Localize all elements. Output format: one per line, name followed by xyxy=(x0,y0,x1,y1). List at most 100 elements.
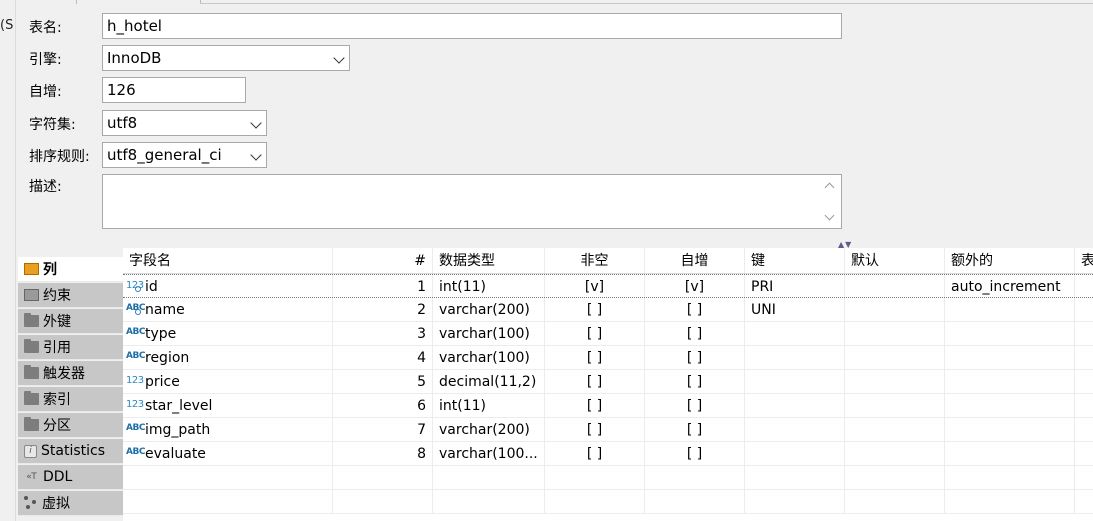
tab-indexes[interactable]: 索引 xyxy=(18,387,123,412)
cell-extra[interactable] xyxy=(945,298,1075,321)
cell-auto-inc[interactable]: [ ] xyxy=(645,442,745,465)
cell-extra[interactable]: auto_increment xyxy=(945,275,1075,297)
cell-name[interactable]: name xyxy=(123,298,333,321)
cell-type[interactable]: varchar(100) xyxy=(433,322,545,345)
tab-ddl[interactable]: «T DDL xyxy=(18,465,123,490)
tab-constraints[interactable]: 约束 xyxy=(18,283,123,308)
scroll-up-icon[interactable] xyxy=(824,182,835,193)
header-field-name[interactable]: 字段名 xyxy=(123,248,333,273)
header-extra[interactable]: 额外的 xyxy=(945,248,1075,273)
cell-auto-inc[interactable]: [ ] xyxy=(645,394,745,417)
charset-select[interactable]: utf8 xyxy=(102,110,267,136)
cell-num[interactable]: 7 xyxy=(333,418,433,441)
tab-virtual[interactable]: 虚拟 xyxy=(18,491,123,516)
cell-not-null[interactable]: [ ] xyxy=(545,394,645,417)
table-row[interactable]: ABC evaluate 8 varchar(100...[ ][ ] xyxy=(123,442,1093,466)
cell-auto-inc[interactable]: [ ] xyxy=(645,298,745,321)
table-row[interactable]: 123 price 5 decimal(11,2)[ ][ ] xyxy=(123,370,1093,394)
cell-num[interactable]: 3 xyxy=(333,322,433,345)
cell-not-null[interactable]: [ ] xyxy=(545,322,645,345)
cell-default[interactable] xyxy=(845,442,945,465)
cell-type[interactable]: int(11) xyxy=(433,275,545,297)
table-row[interactable]: ABC name 2 varchar(200)[ ][ ] UNI xyxy=(123,298,1093,322)
cell-default[interactable] xyxy=(845,394,945,417)
header-data-type[interactable]: 数据类型 xyxy=(433,248,545,273)
cell-name[interactable]: price xyxy=(123,370,333,393)
cell-num[interactable]: 8 xyxy=(333,442,433,465)
cell-type[interactable]: int(11) xyxy=(433,394,545,417)
header-ordinal[interactable]: # xyxy=(333,248,433,273)
cell-table[interactable] xyxy=(1075,418,1093,441)
table-row[interactable]: 123 id 1 int(11) [v] [v] PRI auto_increment xyxy=(123,274,1093,298)
cell-table[interactable] xyxy=(1075,346,1093,369)
cell-name[interactable]: evaluate xyxy=(123,442,333,465)
header-table[interactable]: 表 xyxy=(1075,248,1093,273)
cell-extra[interactable] xyxy=(945,442,1075,465)
tab-triggers[interactable]: 触发器 xyxy=(18,361,123,386)
cell-default[interactable] xyxy=(845,418,945,441)
cell-type[interactable]: varchar(100... xyxy=(433,442,545,465)
header-default[interactable]: 默认 xyxy=(845,248,945,273)
cell-auto-inc[interactable]: [ ] xyxy=(645,322,745,345)
cell-key[interactable] xyxy=(745,442,845,465)
cell-default[interactable] xyxy=(845,346,945,369)
cell-extra[interactable] xyxy=(945,418,1075,441)
auto-increment-input[interactable]: 126 xyxy=(102,77,246,103)
tab-partitions[interactable]: 分区 xyxy=(18,413,123,438)
cell-not-null[interactable]: [ ] xyxy=(545,442,645,465)
cell-num[interactable]: 2 xyxy=(333,298,433,321)
table-row[interactable]: ABC img_path 7 varchar(200)[ ][ ] xyxy=(123,418,1093,442)
cell-name[interactable]: region xyxy=(123,346,333,369)
table-row[interactable]: ABC region 4 varchar(100)[ ][ ] xyxy=(123,346,1093,370)
cell-default[interactable] xyxy=(845,322,945,345)
cell-auto-inc[interactable]: [ ] xyxy=(645,418,745,441)
tab-references[interactable]: 引用 xyxy=(18,335,123,360)
cell-not-null[interactable]: [v] xyxy=(545,275,645,297)
cell-num[interactable]: 4 xyxy=(333,346,433,369)
engine-select[interactable]: InnoDB xyxy=(102,45,350,71)
cell-table[interactable] xyxy=(1075,370,1093,393)
tab-statistics[interactable]: i Statistics xyxy=(18,439,123,464)
cell-key[interactable] xyxy=(745,370,845,393)
cell-default[interactable] xyxy=(845,298,945,321)
comment-textarea[interactable] xyxy=(102,174,842,229)
cell-extra[interactable] xyxy=(945,370,1075,393)
cell-table[interactable] xyxy=(1075,275,1093,297)
cell-key[interactable] xyxy=(745,346,845,369)
cell-num[interactable]: 6 xyxy=(333,394,433,417)
cell-extra[interactable] xyxy=(945,346,1075,369)
cell-num[interactable]: 1 xyxy=(333,275,433,297)
cell-key[interactable]: PRI xyxy=(745,275,845,297)
cell-key[interactable] xyxy=(745,394,845,417)
cell-auto-inc[interactable]: [ ] xyxy=(645,370,745,393)
header-key[interactable]: 键 xyxy=(745,248,845,273)
cell-type[interactable]: varchar(100) xyxy=(433,346,545,369)
cell-table[interactable] xyxy=(1075,322,1093,345)
cell-auto-inc[interactable]: [v] xyxy=(645,275,745,297)
cell-not-null[interactable]: [ ] xyxy=(545,298,645,321)
cell-not-null[interactable]: [ ] xyxy=(545,346,645,369)
tab-foreign-keys[interactable]: 外键 xyxy=(18,309,123,334)
cell-default[interactable] xyxy=(845,370,945,393)
cell-type[interactable]: varchar(200) xyxy=(433,298,545,321)
header-auto-increment[interactable]: 自增 xyxy=(645,248,745,273)
table-row[interactable]: 123 star_level 6 int(11)[ ][ ] xyxy=(123,394,1093,418)
cell-extra[interactable] xyxy=(945,322,1075,345)
cell-auto-inc[interactable]: [ ] xyxy=(645,346,745,369)
cell-not-null[interactable]: [ ] xyxy=(545,418,645,441)
cell-key[interactable]: UNI xyxy=(745,298,845,321)
table-row[interactable]: ABC type 3 varchar(100)[ ][ ] xyxy=(123,322,1093,346)
cell-key[interactable] xyxy=(745,418,845,441)
tab-columns[interactable]: 列 xyxy=(18,257,123,282)
cell-type[interactable]: varchar(200) xyxy=(433,418,545,441)
cell-table[interactable] xyxy=(1075,298,1093,321)
cell-key[interactable] xyxy=(745,322,845,345)
cell-extra[interactable] xyxy=(945,394,1075,417)
cell-table[interactable] xyxy=(1075,394,1093,417)
header-not-null[interactable]: 非空 xyxy=(545,248,645,273)
cell-type[interactable]: decimal(11,2) xyxy=(433,370,545,393)
scroll-down-icon[interactable] xyxy=(824,210,835,221)
cell-not-null[interactable]: [ ] xyxy=(545,370,645,393)
cell-name[interactable]: star_level xyxy=(123,394,333,417)
cell-name[interactable]: type xyxy=(123,322,333,345)
